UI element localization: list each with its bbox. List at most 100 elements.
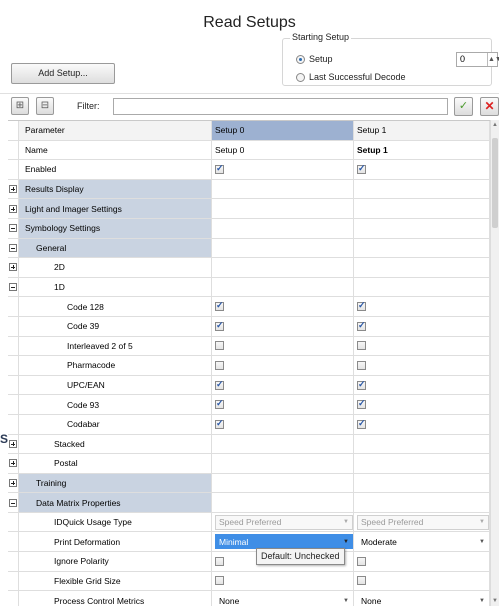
row-label: Print Deformation [19,532,212,552]
add-setup-button[interactable]: Add Setup... [11,63,115,84]
idquick-usage-type-setup1-dropdown[interactable]: Speed Preferred ▼ [357,514,489,530]
chevron-down-icon[interactable]: ▼ [343,519,349,525]
checkbox[interactable] [357,163,366,174]
starting-setup-spinner[interactable]: 0 ▲▼ [456,52,499,67]
checkbox[interactable] [215,576,224,586]
row-label: 2D [19,258,212,277]
collapse-minus-icon[interactable] [9,283,17,292]
collapse-all-icon[interactable]: ⊟ [36,97,54,115]
table-row[interactable]: Pharmacode [8,356,490,376]
checkbox[interactable] [215,418,224,429]
row-label: Name [19,140,212,160]
checkbox[interactable] [215,163,224,174]
row-label: Code 128 [19,297,212,316]
setup0-name-value[interactable]: Setup 0 [212,140,354,160]
setup-radio-dot[interactable] [296,54,305,64]
checkbox[interactable] [357,398,366,410]
collapse-minus-icon[interactable] [9,498,17,507]
table-row[interactable]: 2D [8,258,490,278]
table-row[interactable]: 1D [8,277,490,298]
expand-plus-icon[interactable] [9,263,17,272]
column-header-setup-0[interactable]: Setup 0 [212,121,354,140]
checkbox[interactable] [215,360,224,370]
expand-plus-icon[interactable] [9,439,17,448]
process-control-metrics-setup1-dropdown[interactable]: None ▼ [357,593,489,606]
collapse-minus-icon[interactable] [9,243,17,252]
apply-filter-check-icon[interactable]: ✓ [454,97,473,116]
checkbox[interactable] [215,398,224,410]
vertical-scrollbar[interactable]: ▲ ▼ [490,120,499,606]
table-row[interactable]: Flexible Grid Size [8,571,490,592]
table-row[interactable]: Stacked [8,434,490,455]
dropdown-value: Speed Preferred [219,517,282,528]
column-header-parameter[interactable]: Parameter [19,121,212,140]
checkbox[interactable] [215,300,224,312]
filter-input[interactable] [113,98,448,115]
expand-plus-icon[interactable] [9,185,17,194]
print-deformation-setup1-dropdown[interactable]: Moderate ▼ [357,534,489,549]
clear-filter-x-icon[interactable]: ✕ [480,97,499,116]
scrollbar-thumb[interactable] [492,138,498,228]
table-row[interactable]: Training [8,473,490,494]
table-row[interactable]: Codabar [8,414,490,435]
checkbox[interactable] [357,360,366,370]
row-label: Ignore Polarity [19,552,212,571]
checkbox[interactable] [357,320,366,331]
table-row[interactable]: Print Deformation Minimal ▼ Moderate ▼ [8,532,490,553]
scroll-up-icon[interactable]: ▲ [492,122,498,128]
table-row[interactable]: IDQuick Usage Type Speed Preferred ▼ Spe… [8,512,490,533]
table-row[interactable]: Data Matrix Properties [8,493,490,513]
chevron-down-icon[interactable]: ▼ [479,598,485,604]
scroll-down-icon[interactable]: ▼ [492,598,498,604]
checkbox[interactable] [357,300,366,312]
table-row[interactable]: UPC/EAN [8,375,490,396]
collapse-minus-icon[interactable] [9,224,17,233]
chevron-down-icon[interactable]: ▼ [479,519,485,525]
checkbox[interactable] [215,556,224,566]
setup-radio[interactable]: Setup [296,54,333,64]
checkbox[interactable] [357,379,366,390]
chevron-down-icon[interactable]: ▼ [343,539,349,545]
expand-plus-icon[interactable] [9,459,17,468]
checkbox[interactable] [357,576,366,586]
row-label: Code 39 [19,316,212,336]
table-row[interactable]: Symbology Settings [8,218,490,239]
checkbox[interactable] [357,418,366,429]
table-row[interactable]: Code 128 [8,297,490,317]
row-label: IDQuick Usage Type [19,512,212,532]
expand-all-icon[interactable]: ⊞ [11,97,29,115]
chevron-down-icon[interactable]: ▼ [343,598,349,604]
checkbox[interactable] [215,379,224,390]
table-row[interactable]: Interleaved 2 of 5 [8,336,490,357]
setup1-name-value[interactable]: Setup 1 [354,140,490,160]
table-row[interactable]: Ignore Polarity [8,552,490,572]
chevron-down-icon[interactable]: ▼ [479,539,485,545]
table-row[interactable]: Name Setup 0 Setup 1 [8,140,490,161]
row-label: Stacked [19,434,212,454]
last-successful-decode-radio-dot[interactable] [296,72,305,82]
table-row[interactable]: Enabled [8,160,490,180]
expand-plus-icon[interactable] [9,478,17,487]
checkbox[interactable] [215,320,224,331]
idquick-usage-type-setup0-dropdown[interactable]: Speed Preferred ▼ [215,514,353,530]
process-control-metrics-setup0-dropdown[interactable]: None ▼ [215,593,353,606]
table-row[interactable]: Postal [8,454,490,474]
checkbox[interactable] [215,341,224,351]
table-row[interactable]: Code 39 [8,316,490,337]
starting-setup-label: Starting Setup [290,32,352,42]
expand-plus-icon[interactable] [9,204,17,213]
edge-letter: S [0,432,9,446]
column-header-setup-1[interactable]: Setup 1 [354,121,490,140]
table-row[interactable]: Light and Imager Settings [8,199,490,219]
setup-radio-label: Setup [309,54,333,64]
checkbox[interactable] [357,341,366,351]
table-row[interactable]: General [8,238,490,259]
checkbox[interactable] [357,556,366,566]
last-successful-decode-radio[interactable]: Last Successful Decode [296,72,406,82]
table-row[interactable]: Process Control Metrics None ▼ None ▼ [8,591,490,606]
spinner-arrows-icon[interactable]: ▲▼ [487,53,499,66]
table-row[interactable]: Code 93 [8,395,490,415]
row-label: Data Matrix Properties [19,493,212,512]
table-row[interactable]: Results Display [8,179,490,200]
row-label: Code 93 [19,395,212,414]
